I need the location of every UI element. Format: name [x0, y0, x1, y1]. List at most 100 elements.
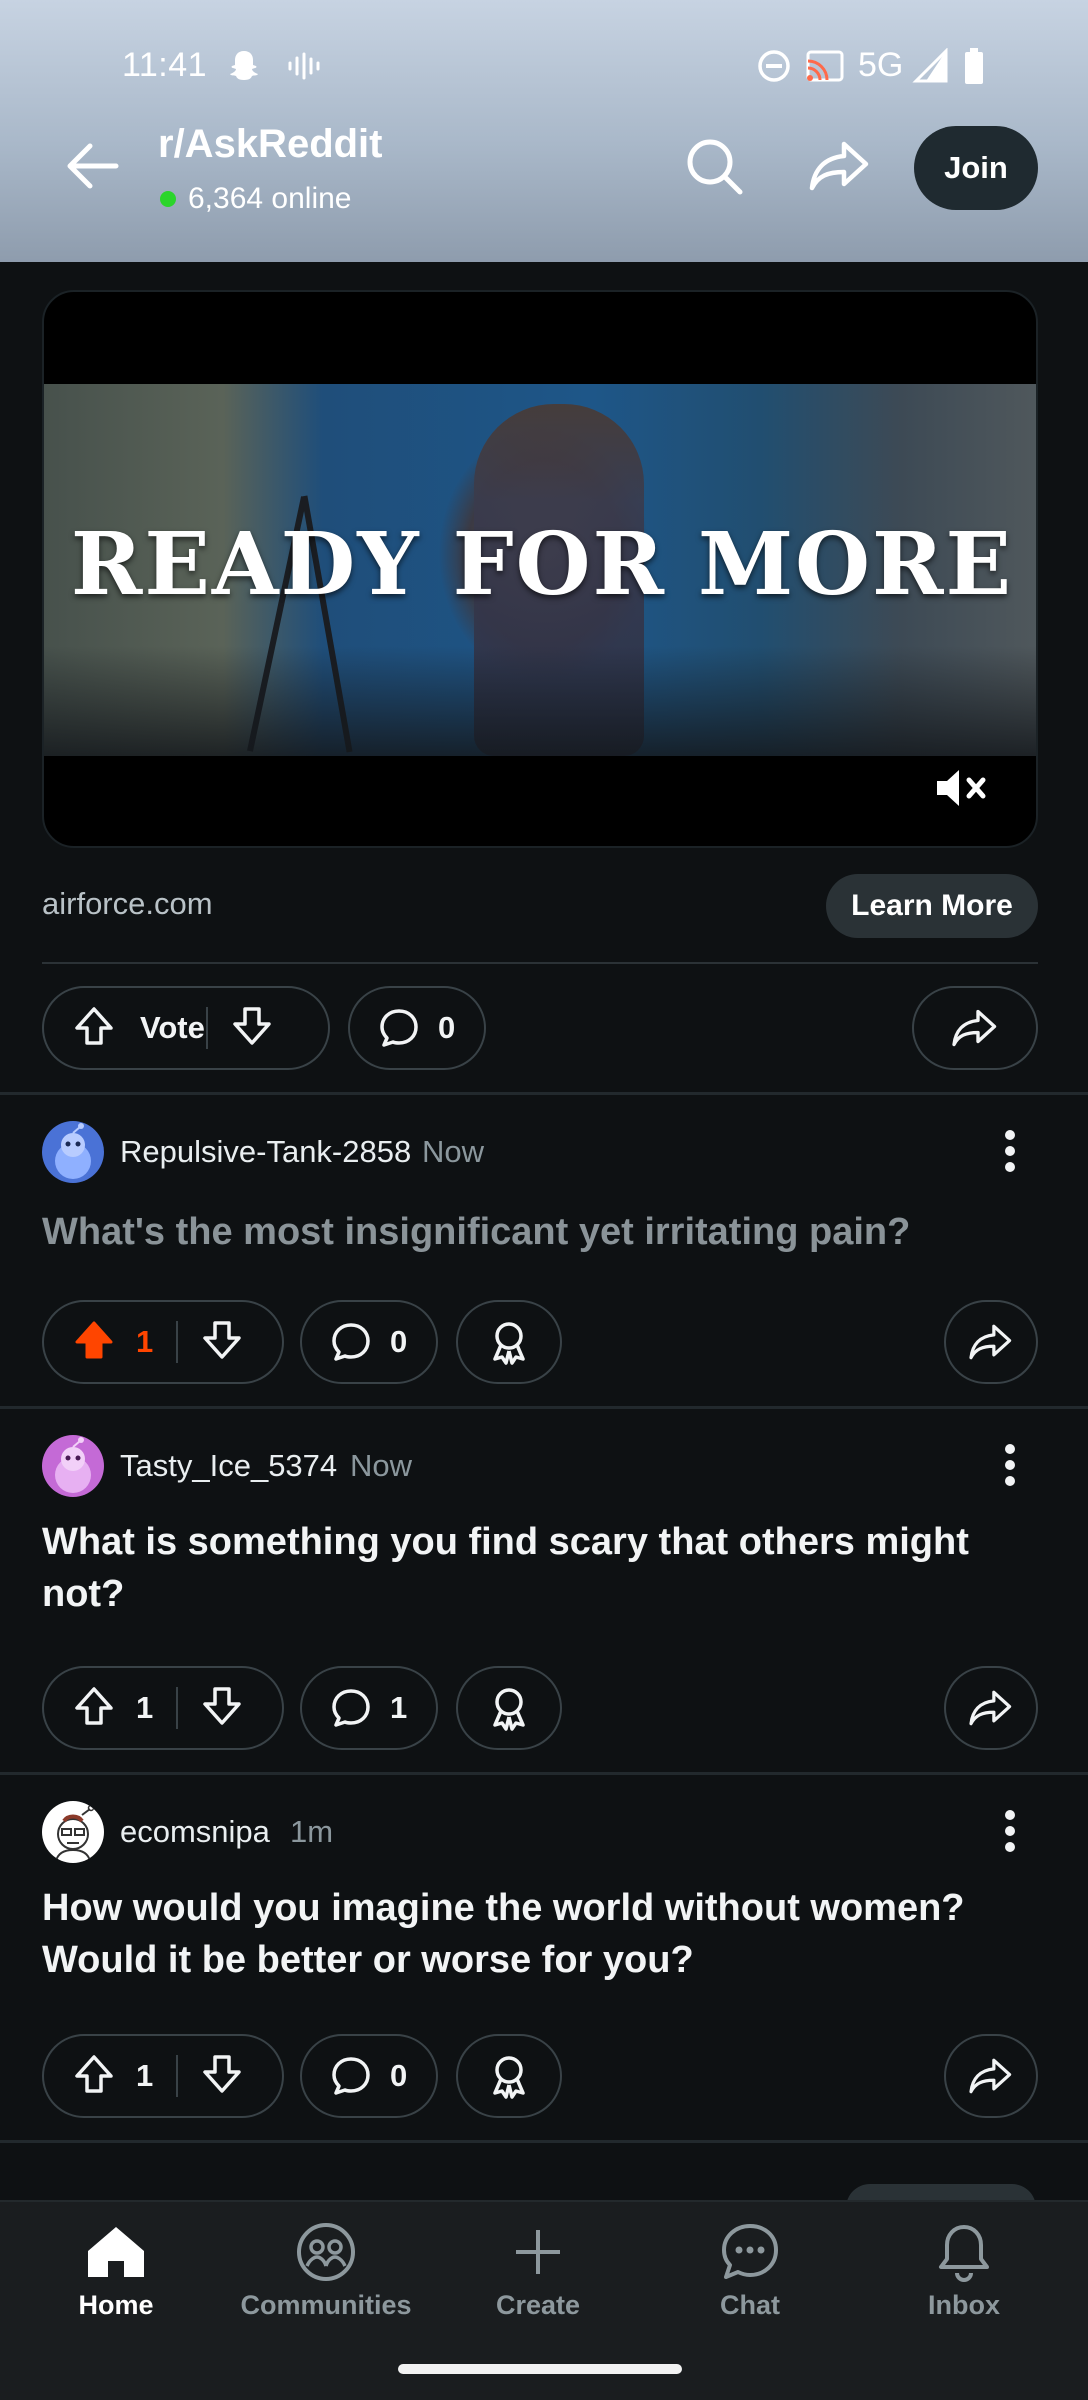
feed-separator [0, 1406, 1088, 1409]
share-button[interactable] [944, 1666, 1038, 1750]
post-author[interactable]: ecomsnipa [120, 1814, 270, 1850]
nav-create[interactable]: Create [438, 2212, 638, 2332]
upvote-icon [75, 2054, 113, 2093]
vote-separator [176, 2055, 178, 2097]
vote-count: 1 [136, 2058, 154, 2093]
voicemail-icon [286, 44, 322, 88]
search-button[interactable] [676, 128, 752, 204]
bell-icon [939, 2225, 989, 2282]
share-button[interactable] [944, 2034, 1038, 2118]
subreddit-name[interactable]: r/AskReddit [158, 122, 383, 167]
award-button[interactable] [456, 1300, 562, 1384]
nav-home[interactable]: Home [16, 2212, 216, 2332]
ad-divider [42, 962, 1038, 964]
ad-share-button[interactable] [912, 986, 1038, 1070]
ad-headline: READY FOR MORE [70, 514, 1014, 615]
post-title[interactable]: What is something you find scary that ot… [42, 1516, 1042, 1620]
post-time: Now [422, 1134, 485, 1169]
nav-communities[interactable]: Communities [226, 2212, 426, 2332]
join-button[interactable]: Join [914, 126, 1038, 210]
subreddit-header: 11:41 5G r/AskReddit 6,364 online Join [0, 0, 1088, 262]
feed-separator [0, 1772, 1088, 1775]
award-icon [493, 2056, 525, 2099]
post-overflow-button[interactable] [990, 1120, 1030, 1182]
comment-count: 0 [390, 1324, 408, 1359]
comment-icon [380, 1009, 418, 1047]
nav-chat[interactable]: Chat [650, 2212, 850, 2332]
comments-button[interactable]: 0 [300, 1300, 438, 1384]
mute-button[interactable] [926, 760, 996, 816]
nav-label: Chat [720, 2290, 780, 2320]
home-icon [88, 2227, 144, 2277]
cast-icon [804, 44, 846, 88]
ad-comment-count: 0 [438, 1010, 456, 1045]
share-button[interactable] [944, 1300, 1038, 1384]
ad-vote-pill: Vote [42, 986, 330, 1070]
home-indicator[interactable] [398, 2364, 682, 2374]
upvote-button[interactable] [72, 1004, 116, 1053]
award-button[interactable] [456, 1666, 562, 1750]
more-vertical-icon [1005, 1810, 1015, 1852]
post-overflow-button[interactable] [990, 1434, 1030, 1496]
upvote-filled-icon [75, 1321, 113, 1358]
upvote-icon [75, 1006, 113, 1045]
share-icon [969, 1324, 1012, 1360]
post-time: Now [350, 1448, 413, 1483]
vote-count: 1 [136, 1690, 154, 1725]
vote-separator [206, 1007, 208, 1049]
downvote-icon [203, 2054, 241, 2093]
downvote-button[interactable] [200, 2052, 244, 2101]
post-vote-pill: 1 [42, 1666, 284, 1750]
sketch-avatar-icon [55, 1804, 95, 1862]
post-title[interactable]: What's the most insignificant yet irrita… [42, 1206, 1042, 1258]
ad-comments-button[interactable]: 0 [348, 986, 486, 1070]
floor-shade [44, 646, 1036, 756]
comments-button[interactable]: 0 [300, 2034, 438, 2118]
muted-speaker-icon [937, 770, 986, 806]
vote-count: 1 [136, 1324, 154, 1359]
ad-domain[interactable]: airforce.com [42, 886, 213, 922]
search-icon [687, 139, 743, 195]
share-icon [969, 2058, 1012, 2094]
post-author[interactable]: Tasty_Ice_5374 [120, 1448, 337, 1484]
status-bar: 11:41 5G [0, 38, 1088, 94]
online-dot [160, 191, 176, 207]
comments-button[interactable]: 1 [300, 1666, 438, 1750]
downvote-button[interactable] [230, 1004, 274, 1053]
post-overflow-button[interactable] [990, 1800, 1030, 1862]
plus-icon [516, 2230, 560, 2274]
nav-inbox[interactable]: Inbox [864, 2212, 1064, 2332]
avatar[interactable] [42, 1435, 104, 1497]
communities-icon [297, 2223, 355, 2281]
comment-count: 1 [390, 1690, 408, 1725]
downvote-icon [203, 1320, 241, 1359]
snoo-avatar-icon [55, 1123, 91, 1179]
downvote-icon [233, 1006, 271, 1045]
post-title[interactable]: How would you imagine the world without … [42, 1882, 1042, 1986]
post-author[interactable]: Repulsive-Tank-2858 [120, 1134, 411, 1170]
feed-separator [0, 1092, 1088, 1095]
online-count: 6,364 online [160, 182, 351, 216]
award-button[interactable] [456, 2034, 562, 2118]
nav-label: Home [78, 2290, 154, 2320]
upvote-button[interactable] [72, 1684, 116, 1733]
share-icon [809, 141, 869, 191]
downvote-icon [203, 1686, 241, 1725]
share-icon [969, 1690, 1012, 1726]
downvote-button[interactable] [200, 1684, 244, 1733]
downvote-button[interactable] [200, 1318, 244, 1367]
upvote-button[interactable] [72, 1318, 116, 1367]
ad-video[interactable]: READY FOR MORE [42, 290, 1038, 848]
share-button[interactable] [802, 128, 878, 204]
back-button[interactable] [52, 126, 132, 206]
post-vote-pill: 1 [42, 1300, 284, 1384]
upvote-icon [75, 1686, 113, 1725]
learn-more-button[interactable]: Learn More [826, 874, 1038, 938]
dnd-icon [756, 44, 792, 88]
upvote-button[interactable] [72, 2052, 116, 2101]
avatar[interactable] [42, 1801, 104, 1863]
avatar[interactable] [42, 1121, 104, 1183]
post-time: 1m [290, 1814, 334, 1849]
arrow-left-icon [67, 143, 119, 189]
more-vertical-icon [1005, 1130, 1015, 1172]
